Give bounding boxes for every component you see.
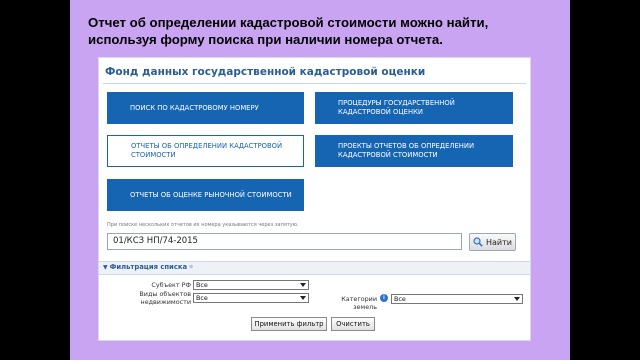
subject-select[interactable]: Все [193,280,309,290]
tile-procedures[interactable]: ПРОЦЕДУРЫ ГОСУДАРСТВЕННОЙ КАДАСТРОВОЙ ОЦ… [315,92,513,124]
slide-caption: Отчет об определении кадастровой стоимос… [88,15,489,47]
panel-title: Фонд данных государственной кадастровой … [105,66,426,78]
collapse-icon: ⊙ [189,264,194,270]
objects-label: Виды объектов недвижимости [139,290,191,306]
subject-label: Субъект РФ [151,281,191,289]
chevron-down-icon [300,296,306,300]
objects-select[interactable]: Все [193,293,309,303]
tile-label: ПРОЕКТЫ ОТЧЕТОВ ОБ ОПРЕДЕЛЕНИИ КАДАСТРОВ… [338,142,475,159]
tile-report-drafts[interactable]: ПРОЕКТЫ ОТЧЕТОВ ОБ ОПРЕДЕЛЕНИИ КАДАСТРОВ… [315,135,513,167]
gko-panel: Фонд данных государственной кадастровой … [98,57,531,341]
tile-label: ОТЧЕТЫ ОБ ОЦЕНКЕ РЫНОЧНОЙ СТОИМОСТИ [130,190,292,199]
categories-select-value: Все [394,295,406,303]
tile-label: ОТЧЕТЫ ОБ ОПРЕДЕЛЕНИИ КАДАСТРОВОЙ СТОИМО… [131,142,283,159]
filter-title: Фильтрация списка [109,263,188,271]
search-hint: При поиске нескольких отчетов их номера … [107,222,299,228]
apply-filter-button[interactable]: Применить фильтр [251,317,327,331]
tile-label: ПРОЦЕДУРЫ ГОСУДАРСТВЕННОЙ КАДАСТРОВОЙ ОЦ… [338,99,455,116]
tile-label: ПОИСК ПО КАДАСТРОВОМУ НОМЕРУ [130,103,259,112]
tile-search-cadastral-number[interactable]: ПОИСК ПО КАДАСТРОВОМУ НОМЕРУ [107,92,304,124]
filter-toggle[interactable]: ▼ Фильтрация списка ⊙ [99,261,530,275]
clear-filter-button[interactable]: Очистить [331,317,375,331]
find-button-label: Найти [486,237,512,247]
info-icon[interactable]: i [380,294,388,302]
categories-select[interactable]: Все [391,294,523,304]
search-icon [473,237,483,247]
collapse-icon: ▼ [103,263,108,271]
title-divider [103,83,526,84]
objects-select-value: Все [196,294,208,302]
tile-cadastral-value-reports[interactable]: ОТЧЕТЫ ОБ ОПРЕДЕЛЕНИИ КАДАСТРОВОЙ СТОИМО… [107,135,304,167]
subject-select-value: Все [196,281,208,289]
chevron-down-icon [514,297,520,301]
find-button[interactable]: Найти [469,233,516,251]
report-number-input[interactable]: 01/КСЗ НП/74-2015 [107,233,462,250]
chevron-down-icon [300,283,306,287]
tile-market-value-reports[interactable]: ОТЧЕТЫ ОБ ОЦЕНКЕ РЫНОЧНОЙ СТОИМОСТИ [107,179,304,211]
slide: Отчет об определении кадастровой стоимос… [70,0,570,360]
categories-label: Категории земель [341,295,377,311]
